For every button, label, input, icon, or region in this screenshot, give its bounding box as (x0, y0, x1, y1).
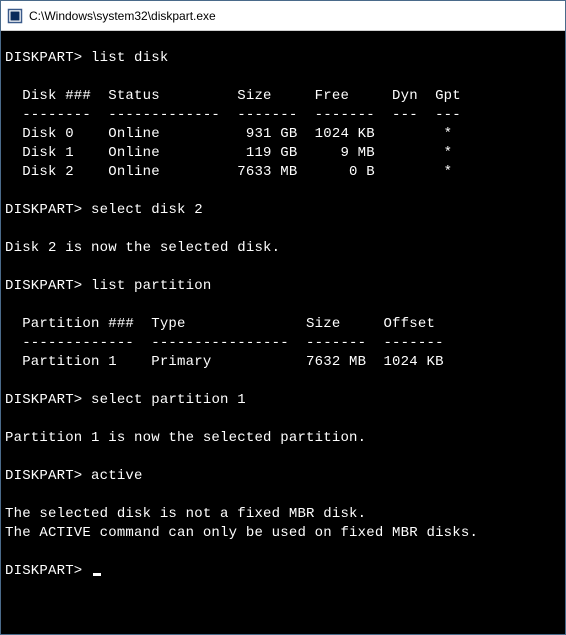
disk-row-2: Disk 2 Online 7633 MB 0 B * (5, 164, 452, 180)
partition-table-header: Partition ### Type Size Offset (5, 316, 435, 332)
disk-row-1: Disk 1 Online 119 GB 9 MB * (5, 145, 452, 161)
disk-table-header: Disk ### Status Size Free Dyn Gpt (5, 88, 461, 104)
prompt: DISKPART> (5, 468, 82, 484)
msg-active-error-1: The selected disk is not a fixed MBR dis… (5, 506, 366, 522)
prompt: DISKPART> (5, 50, 82, 66)
cmd-list-disk: list disk (91, 50, 168, 66)
titlebar[interactable]: C:\Windows\system32\diskpart.exe (1, 1, 565, 31)
cmd-select-partition: select partition 1 (91, 392, 246, 408)
partition-table-divider: ------------- ---------------- ------- -… (5, 335, 444, 351)
app-icon (7, 8, 23, 24)
partition-row-0: Partition 1 Primary 7632 MB 1024 KB (5, 354, 444, 370)
cmd-select-disk: select disk 2 (91, 202, 203, 218)
cmd-active: active (91, 468, 143, 484)
prompt: DISKPART> (5, 202, 82, 218)
cmd-list-partition: list partition (91, 278, 211, 294)
msg-disk-selected: Disk 2 is now the selected disk. (5, 240, 280, 256)
disk-table-divider: -------- ------------- ------- ------- -… (5, 107, 461, 123)
window-title: C:\Windows\system32\diskpart.exe (29, 9, 216, 23)
msg-partition-selected: Partition 1 is now the selected partitio… (5, 430, 366, 446)
console-window: C:\Windows\system32\diskpart.exe DISKPAR… (0, 0, 566, 635)
console-output[interactable]: DISKPART> list disk Disk ### Status Size… (1, 31, 565, 634)
prompt: DISKPART> (5, 563, 82, 579)
prompt: DISKPART> (5, 278, 82, 294)
cursor (93, 573, 101, 576)
msg-active-error-2: The ACTIVE command can only be used on f… (5, 525, 478, 541)
disk-row-0: Disk 0 Online 931 GB 1024 KB * (5, 126, 452, 142)
prompt: DISKPART> (5, 392, 82, 408)
